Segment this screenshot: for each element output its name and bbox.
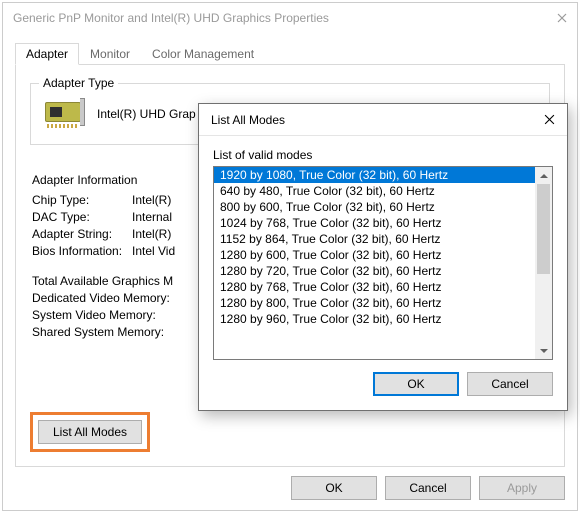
info-label: Dedicated Video Memory: — [32, 291, 170, 305]
list-item[interactable]: 1280 by 960, True Color (32 bit), 60 Her… — [214, 311, 535, 327]
titlebar[interactable]: Generic PnP Monitor and Intel(R) UHD Gra… — [3, 3, 577, 33]
list-item[interactable]: 640 by 480, True Color (32 bit), 60 Hert… — [214, 183, 535, 199]
tab-adapter[interactable]: Adapter — [15, 43, 79, 65]
tab-strip: Adapter Monitor Color Management — [15, 43, 565, 65]
info-label: DAC Type: — [32, 210, 132, 224]
info-value: Intel Vid — [132, 244, 175, 258]
close-icon[interactable] — [544, 114, 555, 125]
adapter-type-legend: Adapter Type — [39, 76, 118, 90]
cancel-button[interactable]: Cancel — [385, 476, 471, 500]
graphics-card-icon — [43, 98, 87, 130]
ok-button[interactable]: OK — [373, 372, 459, 396]
info-label: Chip Type: — [32, 193, 132, 207]
info-value: Internal — [132, 210, 172, 224]
info-value: Intel(R) — [132, 193, 171, 207]
scroll-down-button[interactable] — [535, 342, 552, 359]
close-icon[interactable] — [557, 13, 567, 23]
scroll-up-button[interactable] — [535, 167, 552, 184]
list-item[interactable]: 1024 by 768, True Color (32 bit), 60 Her… — [214, 215, 535, 231]
apply-button[interactable]: Apply — [479, 476, 565, 500]
info-label: Bios Information: — [32, 244, 132, 258]
list-item[interactable]: 1920 by 1080, True Color (32 bit), 60 He… — [214, 167, 535, 183]
list-item[interactable]: 1280 by 768, True Color (32 bit), 60 Her… — [214, 279, 535, 295]
modal-titlebar[interactable]: List All Modes — [199, 104, 567, 136]
modal-actions: OK Cancel — [199, 360, 567, 410]
dialog-actions: OK Cancel Apply — [291, 476, 565, 500]
modal-title: List All Modes — [211, 113, 285, 127]
list-all-modes-button[interactable]: List All Modes — [38, 420, 142, 444]
list-item[interactable]: 1152 by 864, True Color (32 bit), 60 Her… — [214, 231, 535, 247]
list-label: List of valid modes — [213, 148, 553, 162]
info-value: Intel(R) — [132, 227, 171, 241]
scrollbar[interactable] — [535, 167, 552, 359]
tab-color-management[interactable]: Color Management — [141, 43, 265, 65]
list-all-modes-highlight: List All Modes — [30, 412, 150, 452]
cancel-button[interactable]: Cancel — [467, 372, 553, 396]
list-item[interactable]: 800 by 600, True Color (32 bit), 60 Hert… — [214, 199, 535, 215]
info-label: Adapter String: — [32, 227, 132, 241]
scroll-thumb[interactable] — [537, 184, 550, 274]
ok-button[interactable]: OK — [291, 476, 377, 500]
tab-monitor[interactable]: Monitor — [79, 43, 141, 65]
list-item[interactable]: 1280 by 600, True Color (32 bit), 60 Her… — [214, 247, 535, 263]
list-all-modes-dialog: List All Modes List of valid modes 1920 … — [198, 103, 568, 411]
window-title: Generic PnP Monitor and Intel(R) UHD Gra… — [13, 11, 329, 25]
adapter-type-value: Intel(R) UHD Grap — [97, 107, 196, 121]
info-label: System Video Memory: — [32, 308, 156, 322]
list-item[interactable]: 1280 by 720, True Color (32 bit), 60 Her… — [214, 263, 535, 279]
info-label: Total Available Graphics M — [32, 274, 173, 288]
list-item[interactable]: 1280 by 800, True Color (32 bit), 60 Her… — [214, 295, 535, 311]
modes-listbox[interactable]: 1920 by 1080, True Color (32 bit), 60 He… — [213, 166, 553, 360]
info-label: Shared System Memory: — [32, 325, 164, 339]
